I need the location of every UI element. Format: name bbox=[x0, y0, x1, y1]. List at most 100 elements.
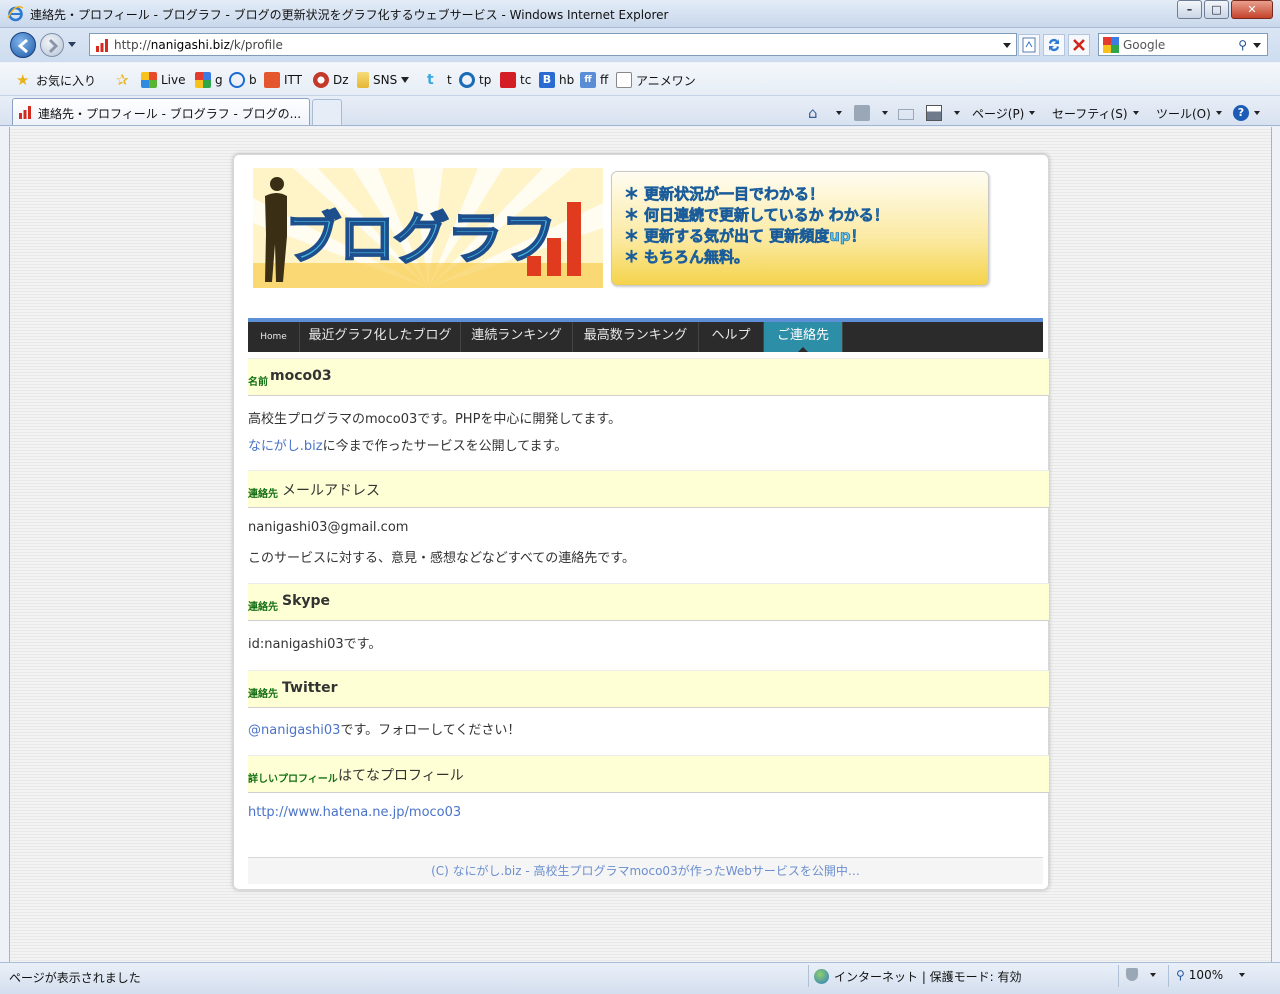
nav-max-ranking[interactable]: 最高数ランキング bbox=[573, 322, 699, 352]
site-banner[interactable]: ブログラフ bbox=[253, 168, 603, 288]
compatibility-icon bbox=[1022, 37, 1036, 53]
section-skype-header: 連絡先 Skype bbox=[248, 583, 1049, 621]
shield-icon bbox=[1126, 968, 1138, 981]
stop-button[interactable] bbox=[1068, 34, 1090, 56]
internet-explorer-icon bbox=[7, 6, 24, 22]
section-twitter-header: 連絡先 Twitter bbox=[248, 670, 1049, 708]
stop-icon bbox=[1073, 39, 1085, 51]
section-kind-label: 連絡先 bbox=[248, 602, 278, 613]
section-email-header: 連絡先 メールアドレス bbox=[248, 470, 1049, 508]
tagline-3: ＊更新する気が出て 更新頻度up！ bbox=[624, 227, 866, 246]
tc-icon bbox=[500, 72, 516, 88]
tools-menu[interactable]: ツール(O) bbox=[1156, 104, 1222, 122]
favorite-link-g[interactable]: g bbox=[195, 71, 223, 89]
mail-icon bbox=[898, 109, 914, 120]
feeds-button[interactable] bbox=[854, 104, 888, 122]
section-title: Twitter bbox=[282, 680, 338, 696]
twitter-handle-link[interactable]: @nanigashi03 bbox=[248, 723, 340, 738]
search-field[interactable]: Google ⚲ bbox=[1098, 33, 1268, 56]
window-title-bar: 連絡先・プロフィール - ブログラフ - ブログの更新状況をグラフ化するウェブサ… bbox=[0, 0, 1280, 28]
compatibility-view-button[interactable] bbox=[1018, 34, 1040, 56]
site-logo-text: ブログラフ bbox=[284, 206, 558, 273]
section-kind-label: 名前 bbox=[248, 377, 268, 388]
zoom-control[interactable]: ⚲ 100% bbox=[1176, 968, 1246, 982]
favorite-folder-sns[interactable]: SNS bbox=[357, 71, 410, 89]
zoom-icon: ⚲ bbox=[1176, 968, 1185, 982]
favorite-link-live[interactable]: Live bbox=[141, 71, 186, 89]
friendfeed-icon: ff bbox=[580, 72, 596, 88]
print-button[interactable] bbox=[926, 104, 960, 122]
nav-streak-ranking[interactable]: 連続ランキング bbox=[461, 322, 573, 352]
address-field[interactable]: http://nanigashi.biz/k/profile bbox=[89, 33, 1017, 56]
hatena-profile-line: http://www.hatena.ne.jp/moco03 bbox=[248, 805, 461, 820]
bing-icon bbox=[229, 72, 245, 88]
nav-recent-graphs[interactable]: 最近グラフ化したブログ bbox=[300, 322, 461, 352]
favorite-link-hb[interactable]: B hb bbox=[539, 71, 574, 89]
home-icon: ⌂ bbox=[808, 104, 818, 122]
nav-home[interactable]: Home bbox=[248, 322, 300, 352]
refresh-button[interactable] bbox=[1043, 34, 1065, 56]
windows-live-icon bbox=[141, 72, 157, 88]
refresh-icon bbox=[1049, 38, 1059, 52]
forward-button[interactable] bbox=[40, 33, 64, 57]
twitter-icon: t bbox=[427, 72, 434, 88]
itt-icon bbox=[264, 72, 280, 88]
arrow-right-icon bbox=[48, 38, 59, 54]
favorite-link-t[interactable]: t t bbox=[427, 71, 452, 89]
minimize-button[interactable]: – bbox=[1177, 0, 1202, 19]
home-button[interactable]: ⌂ bbox=[808, 104, 842, 122]
nav-help[interactable]: ヘルプ bbox=[699, 322, 764, 352]
section-title: Skype bbox=[282, 593, 331, 609]
favorite-link-tp[interactable]: tp bbox=[459, 71, 491, 89]
status-divider bbox=[1118, 965, 1119, 987]
favorite-link-dz[interactable]: Dz bbox=[313, 71, 349, 89]
active-pointer-icon bbox=[798, 347, 808, 352]
favorite-link-ff[interactable]: ff ff bbox=[580, 71, 608, 89]
safety-menu[interactable]: セーフティ(S) bbox=[1052, 104, 1139, 122]
favorite-link-itt[interactable]: ITT bbox=[264, 71, 302, 89]
hatena-bookmark-icon: B bbox=[539, 72, 555, 88]
nav-contact[interactable]: ご連絡先 bbox=[764, 322, 843, 352]
printer-icon bbox=[926, 105, 942, 121]
favorite-link-b[interactable]: b bbox=[229, 71, 257, 89]
close-window-button[interactable]: ✕ bbox=[1231, 0, 1273, 19]
tagline-2: ＊何日連続で更新しているか わかる！ bbox=[624, 206, 889, 225]
search-options-dropdown[interactable] bbox=[1253, 43, 1261, 48]
add-star-icon: ✰ bbox=[116, 71, 129, 89]
site-navigation: Home 最近グラフ化したブログ 連続ランキング 最高数ランキング ヘルプ ご連… bbox=[248, 318, 1043, 352]
nanigashi-biz-link[interactable]: なにがし.biz bbox=[248, 439, 323, 454]
profile-description: 高校生プログラマのmoco03です。PHPを中心に開発してます。 bbox=[248, 412, 622, 427]
maximize-button[interactable]: □ bbox=[1204, 0, 1229, 19]
new-tab-button[interactable] bbox=[312, 99, 342, 125]
help-menu[interactable]: ? bbox=[1233, 104, 1260, 122]
add-favorite-button[interactable]: ✰ bbox=[116, 71, 136, 89]
site-footer[interactable]: (C) なにがし.biz - 高校生プログラマmoco03が作ったWebサービス… bbox=[248, 857, 1043, 884]
back-button[interactable] bbox=[10, 32, 36, 58]
help-icon: ? bbox=[1233, 105, 1249, 121]
status-divider bbox=[808, 965, 809, 987]
read-mail-button[interactable] bbox=[898, 104, 914, 122]
tab-profile[interactable]: 連絡先・プロフィール - ブログラフ - ブログの... bbox=[12, 98, 310, 125]
chevron-down-icon bbox=[401, 77, 410, 83]
favorite-link-tc[interactable]: tc bbox=[500, 71, 531, 89]
favorite-link-animeone[interactable]: アニメワン bbox=[616, 71, 696, 89]
protected-mode-settings[interactable] bbox=[1126, 968, 1156, 981]
profile-services-line: なにがし.bizに今まで作ったサービスを公開してます。 bbox=[248, 439, 568, 454]
favorites-button[interactable]: ★ お気に入り bbox=[16, 71, 96, 89]
page-menu[interactable]: ページ(P) bbox=[972, 104, 1036, 122]
security-zone[interactable]: インターネット | 保護モード: 有効 bbox=[814, 968, 1022, 985]
site-favicon-icon bbox=[19, 106, 31, 119]
window-title: 連絡先・プロフィール - ブログラフ - ブログの更新状況をグラフ化するウェブサ… bbox=[30, 8, 669, 22]
rss-icon bbox=[854, 105, 870, 121]
recent-pages-dropdown[interactable] bbox=[68, 42, 76, 47]
site-container: ブログラフ ＊更新状況が一目でわかる！ ＊何日連続で更新しているか わかる！ ＊… bbox=[233, 154, 1049, 890]
hatena-profile-link[interactable]: http://www.hatena.ne.jp/moco03 bbox=[248, 805, 461, 820]
address-url: http://nanigashi.biz/k/profile bbox=[114, 38, 283, 52]
address-dropdown[interactable] bbox=[1003, 43, 1011, 48]
search-icon[interactable]: ⚲ bbox=[1238, 38, 1247, 52]
page-icon bbox=[616, 72, 632, 88]
section-title: moco03 bbox=[270, 368, 332, 384]
favorites-bar: ★ お気に入り ✰ Live g b ITT Dz SNS t t tp tc bbox=[0, 63, 1280, 96]
folder-icon bbox=[357, 72, 369, 88]
email-note: このサービスに対する、意見・感想などなどすべての連絡先です。 bbox=[248, 551, 636, 566]
